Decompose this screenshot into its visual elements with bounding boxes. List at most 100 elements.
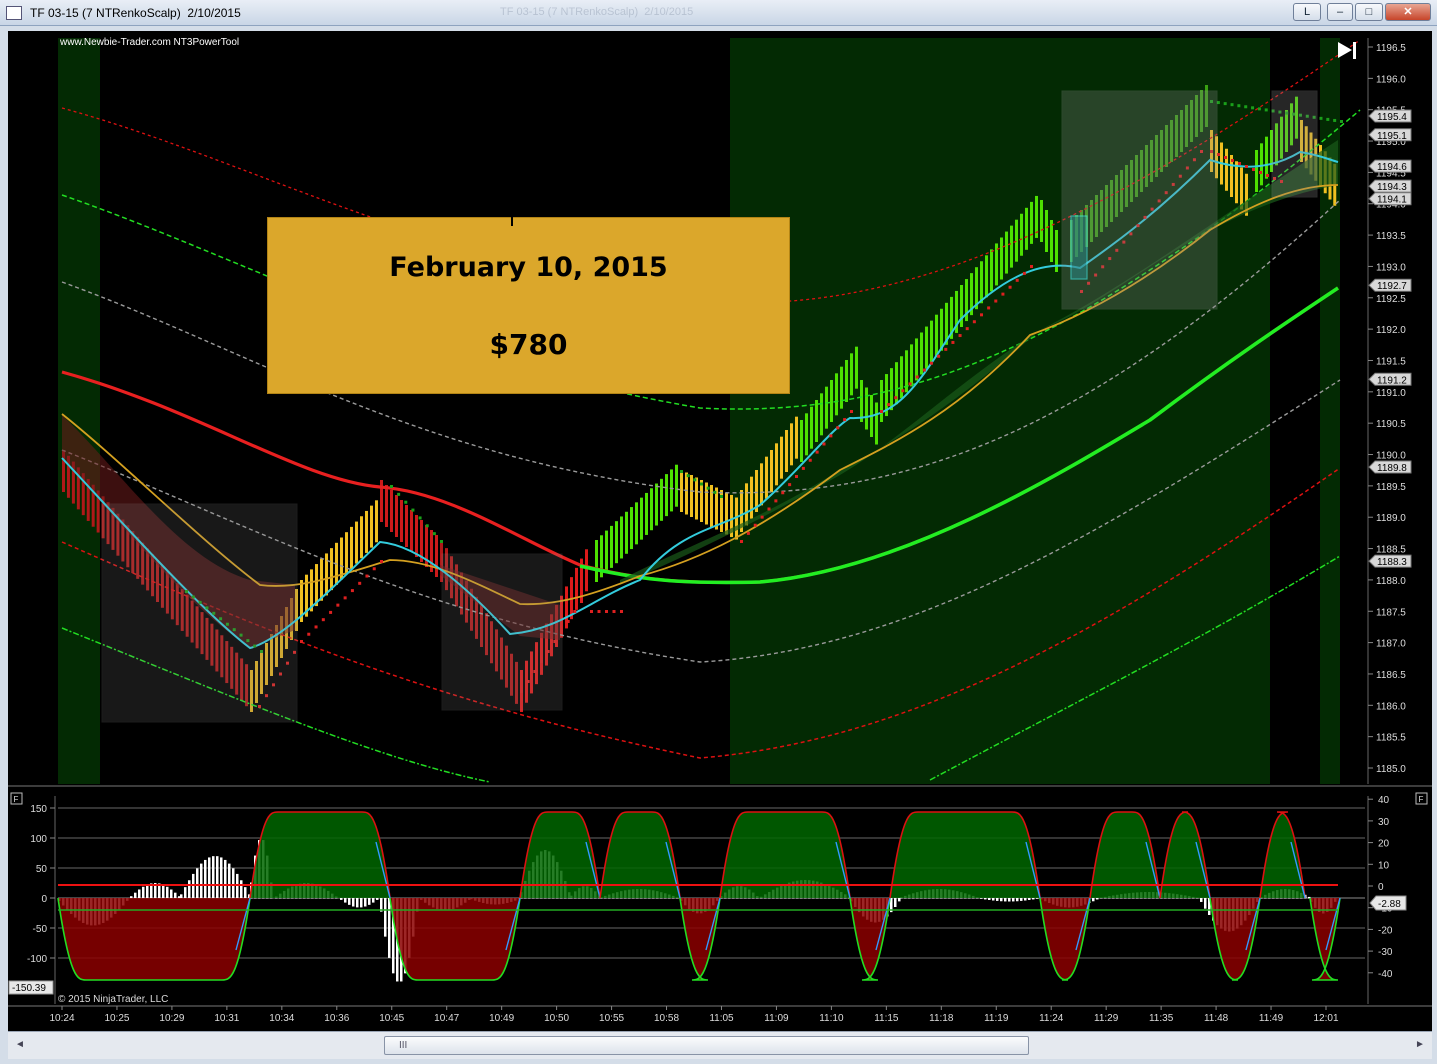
osc-histogram-bar [142,886,145,899]
trail-dot [836,426,840,430]
osc-histogram-bar [992,898,995,901]
osc-histogram-bar [1000,898,1003,902]
price-tick-label: 1191.0 [1376,388,1406,399]
price-bar [575,567,578,610]
price-tick-label: 1196.5 [1376,43,1406,54]
trail-dot [1251,106,1255,110]
trail-dot [314,625,318,629]
scroll-left-arrow[interactable]: ◄ [10,1036,30,1054]
chart-area[interactable]: 1196.51196.01195.51195.01194.51194.01193… [8,31,1432,1031]
price-bar [595,540,598,582]
trail-dot [580,600,583,603]
trail-dot [358,581,362,585]
osc-histogram-bar [244,887,247,899]
price-bar [400,500,403,542]
scroll-grip: III [399,1040,408,1051]
trail-dot [829,434,833,438]
price-bar [700,480,703,522]
trail-dot [788,483,792,487]
trail-dot [808,458,812,462]
banner-amount: $780 [489,328,568,361]
trail-dot [937,354,941,358]
scroll-right-arrow[interactable]: ► [1410,1036,1430,1054]
trail-dot [590,610,593,613]
price-flag-label: 1195.1 [1377,131,1407,142]
trail-dot [440,540,443,543]
price-bar [315,564,318,607]
scroll-thumb[interactable]: III [384,1036,1029,1055]
price-axis: 1196.51196.01195.51195.01194.51194.01193… [1368,43,1406,775]
osc-histogram-bar [984,898,987,900]
trail-dot [1224,156,1227,159]
highlight-box [441,553,563,711]
trail-dot [908,382,912,386]
price-bar [880,380,883,422]
trail-dot [1333,118,1337,122]
price-bar [675,464,678,507]
time-axis: 10:24 10:25 10:29 10:31 10:34 10:36 10:45 10:47… [49,1006,1339,1024]
price-flag-label: 1194.6 [1377,162,1407,173]
osc-right-tick-label: 20 [1378,839,1390,850]
maximize-button[interactable]: □ [1355,3,1383,21]
osc-histogram-bar [360,898,363,908]
price-bar [745,483,748,526]
time-tick-label: 10:25 [104,1013,129,1024]
trail-dot [822,442,826,446]
trail-dot [397,492,401,496]
osc-right-tick-label: -30 [1378,947,1393,958]
price-bar [645,492,648,535]
price-flag-label: 1194.1 [1377,195,1407,206]
osc-left-tick-label: 0 [41,894,47,905]
close-button[interactable]: ✕ [1385,3,1431,21]
price-bar [680,470,683,512]
minimize-button[interactable]: – [1327,3,1353,21]
price-bar [750,476,753,519]
skip-to-end-icon[interactable] [1338,42,1356,59]
osc-histogram-bar [388,898,391,958]
time-tick-label: 11:19 [984,1013,1009,1024]
osc-histogram-bar [220,857,223,899]
price-bar [695,477,698,520]
price-bar [1260,143,1263,186]
price-bar [865,387,868,430]
trail-dot [930,361,933,365]
osc-right-tick-label: 10 [1378,860,1390,871]
trail-dot [700,482,703,486]
trail-dot [1264,108,1268,112]
osc-histogram-bar [1200,898,1203,902]
price-bar [610,525,613,568]
trail-dot [1015,278,1019,282]
layout-button[interactable]: L [1293,3,1321,21]
trail-dot [343,596,347,600]
trail-dot [1237,104,1241,108]
osc-histogram-bar [344,898,347,903]
trail-dot [894,396,898,400]
highlight-box [101,503,298,723]
price-bar [405,505,408,547]
chart-canvas[interactable]: 1196.51196.01195.51195.01194.51194.01193… [8,31,1432,1031]
horizontal-scrollbar[interactable]: ◄ III ► [8,1031,1432,1059]
osc-left-tick-label: 150 [30,804,47,815]
osc-histogram-bar [368,898,371,905]
trail-dot [713,490,717,494]
time-tick-label: 11:09 [764,1013,789,1024]
trail-dot [1252,168,1255,171]
price-flag-label: 1189.8 [1377,463,1407,474]
price-tick-label: 1185.0 [1376,764,1406,775]
price-flag-label: 1188.3 [1377,557,1407,568]
time-tick-label: 10:47 [434,1013,459,1024]
price-bar [1255,150,1258,192]
trail-dot [1326,117,1330,121]
price-tick-label: 1187.0 [1376,639,1406,650]
price-bar [1015,219,1018,262]
osc-histogram-bar [372,898,375,903]
osc-histogram-bar [898,898,901,902]
price-bar [615,521,618,564]
price-tick-label: 1187.5 [1376,607,1406,618]
trail-dot [1257,107,1261,111]
osc-histogram-bar [356,898,359,908]
trail-dot [781,491,785,495]
price-bar [665,474,668,517]
price-bar [875,402,878,445]
price-bar [890,368,893,411]
